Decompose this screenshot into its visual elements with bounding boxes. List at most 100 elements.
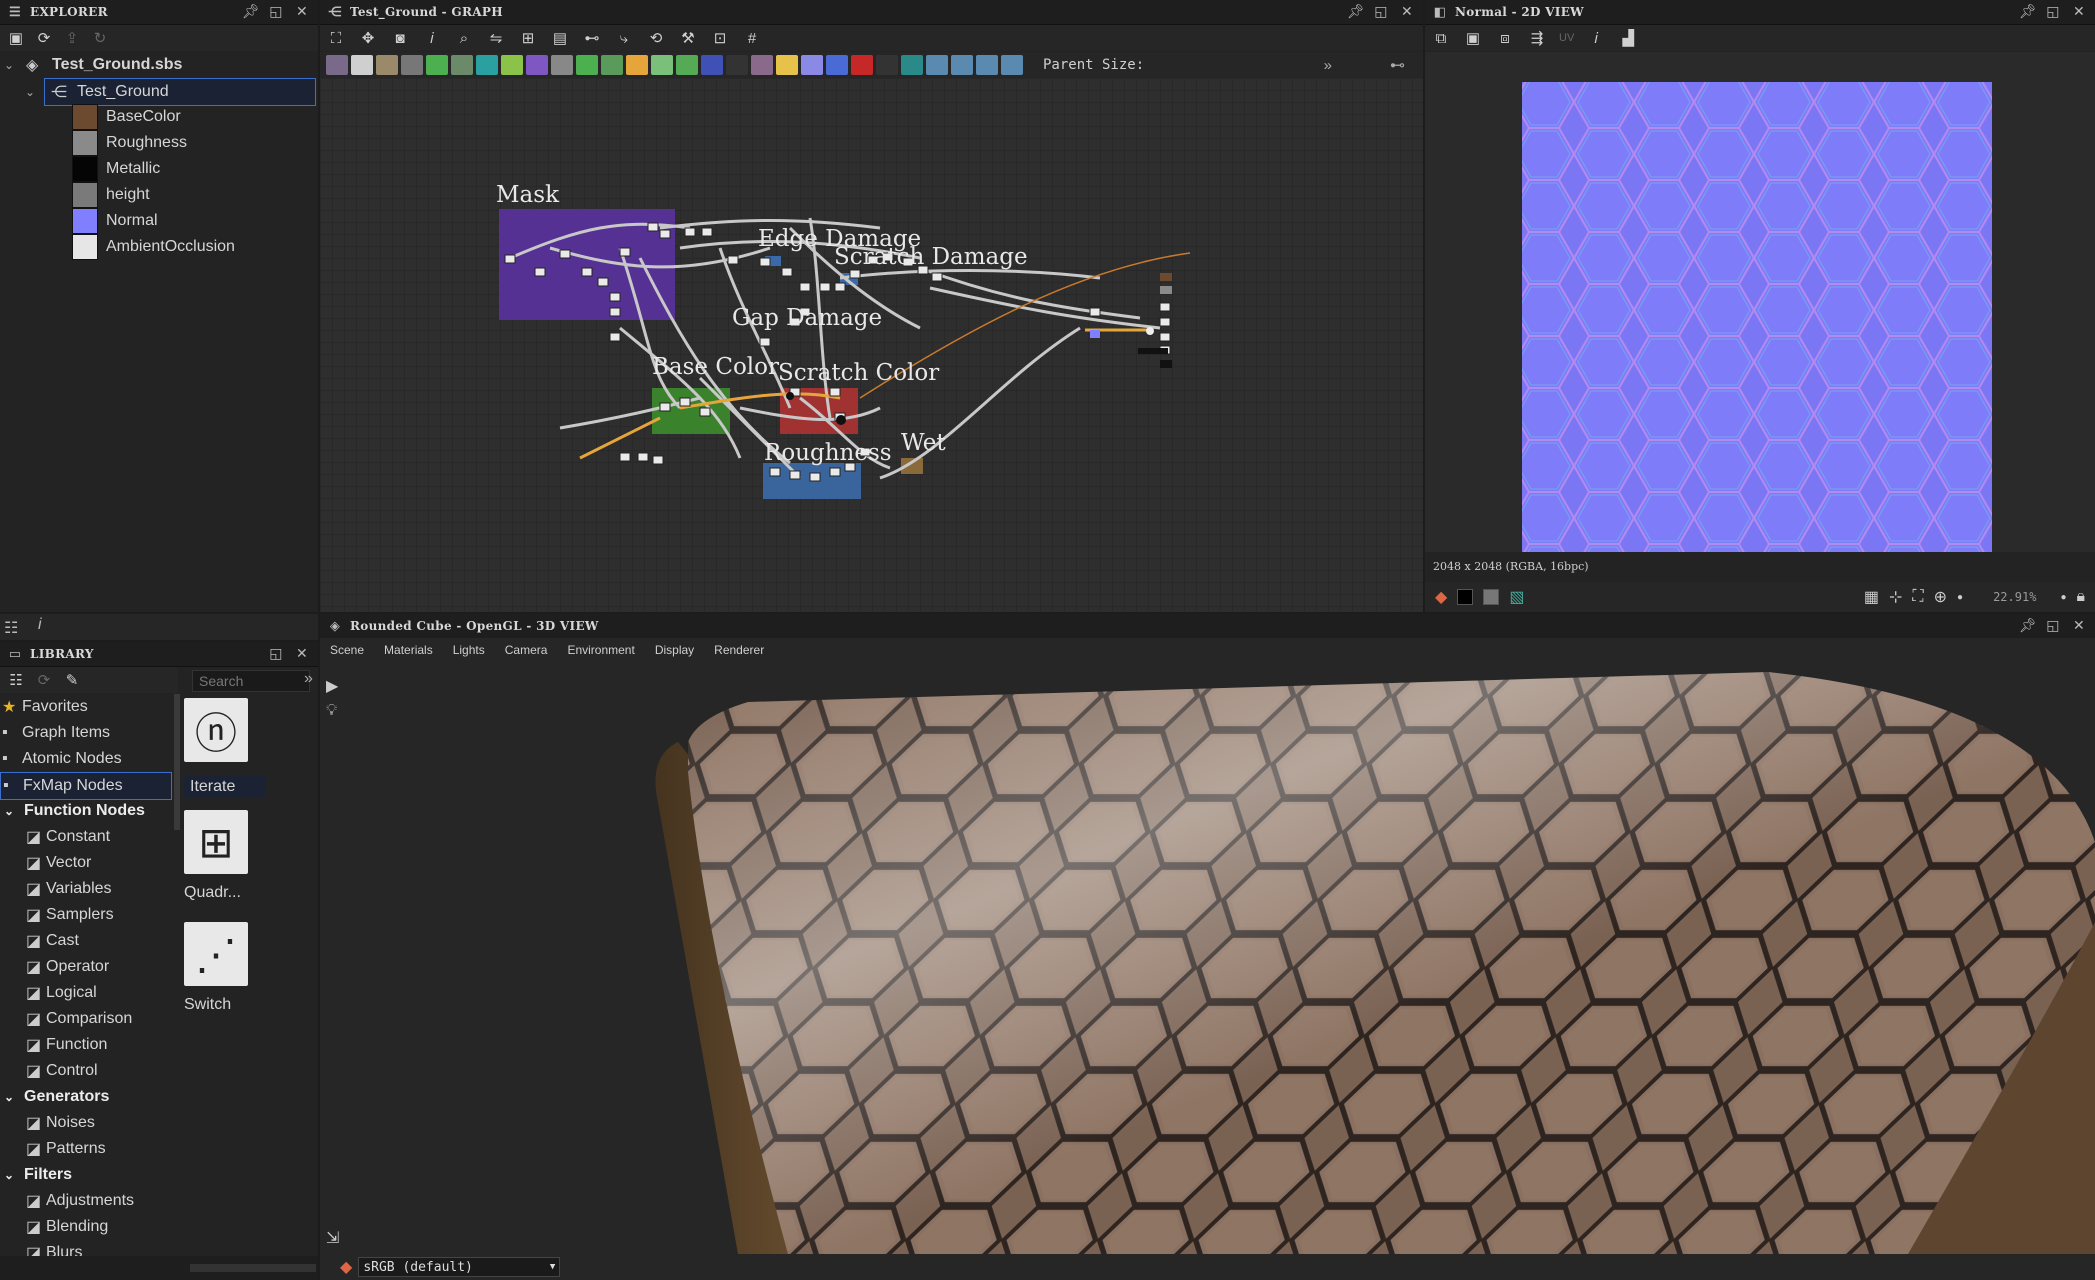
tree-package[interactable]: ⌄ ◈ Test_Ground.sbs [0,52,318,78]
library-item[interactable]: ◪ Control [0,1058,172,1084]
info-icon[interactable]: i [38,616,42,634]
info-icon[interactable]: 𝑖 [422,28,442,48]
pin-icon[interactable]: 📌︎ [2019,618,2037,634]
output-item[interactable]: Roughness [72,130,318,156]
bg-image-icon[interactable]: ▧ [1509,587,1524,607]
float-icon[interactable]: ◱ [2045,618,2061,634]
atomic-node-icon[interactable] [826,55,848,75]
atomic-node-icon[interactable] [876,55,898,75]
output-item[interactable]: AmbientOcclusion [72,234,318,260]
library-item[interactable]: ◪ Adjustments [0,1188,172,1214]
tile-icon[interactable]: ▦ [1864,587,1879,607]
view2d-canvas[interactable]: 2048 x 2048 (RGBA, 16bpc) [1425,52,2095,573]
iterate-icon[interactable]: ⓝ [184,698,248,762]
copy-icon[interactable]: ⧉ [1431,28,1451,48]
close-icon[interactable]: ✕ [2071,4,2087,20]
atomic-node-icon[interactable] [426,55,448,75]
uv-dropdown[interactable]: UV [1559,32,1574,44]
bg-black-icon[interactable] [1457,589,1474,605]
close-icon[interactable]: ✕ [294,646,310,662]
menu-item-environment[interactable]: Environment [567,643,634,657]
layers-icon[interactable]: ◆ [340,1257,352,1277]
atomic-node-icon[interactable] [901,55,923,75]
output-item[interactable]: Normal [72,208,318,234]
view3d-viewport[interactable] [348,662,2095,1254]
dot-icon[interactable]: ● [1957,592,1963,603]
camera-icon[interactable]: ▶ [326,676,338,696]
pin-icon[interactable]: 📌︎ [2019,4,2037,20]
tree-toggle-icon[interactable]: ☷ [4,618,18,638]
frame-all-icon[interactable]: ⛶ [326,28,346,48]
center-icon[interactable]: ⊕ [1934,587,1947,607]
close-icon[interactable]: ✕ [2071,618,2087,634]
tools-icon[interactable]: ⚒ [678,28,698,48]
close-icon[interactable]: ✕ [294,4,310,20]
atomic-node-icon[interactable] [1001,55,1023,75]
hierarchy-icon[interactable]: ⊞ [518,28,538,48]
save-icon[interactable]: ▣ [6,28,26,48]
library-item[interactable]: ◪ Patterns [0,1136,172,1162]
atomic-node-icon[interactable] [351,55,373,75]
close-icon[interactable]: ✕ [1399,4,1415,20]
atomic-node-icon[interactable] [601,55,623,75]
camera-icon[interactable]: ◙ [390,28,410,48]
library-item[interactable]: ◪ Constant [0,824,172,850]
histogram-icon[interactable]: ▟ [1618,28,1638,48]
library-item[interactable]: ⌄ Filters [0,1162,172,1188]
connect-icon[interactable]: ⊷ [582,28,602,48]
share-icon[interactable]: ⇶ [1527,28,1547,48]
reload-icon[interactable]: ↻ [90,28,110,48]
switch-icon[interactable]: ⋰ [184,922,248,986]
atomic-node-icon[interactable] [776,55,798,75]
library-item[interactable]: ◪ Operator [0,954,172,980]
quadrant-icon[interactable]: ⊞ [184,810,248,874]
light-icon[interactable]: 💡︎ [326,702,337,720]
transform-icon[interactable]: ⊹ [1889,587,1902,607]
save-icon[interactable]: ▣ [1463,28,1483,48]
library-item[interactable]: ◪ Function [0,1032,172,1058]
layout-icon[interactable]: ▤ [550,28,570,48]
library-hscroll[interactable] [190,1264,316,1272]
atomic-node-icon[interactable] [976,55,998,75]
atomic-node-icon[interactable] [801,55,823,75]
cycle-icon[interactable]: ⟲ [646,28,666,48]
publish-icon[interactable]: ⇪ [62,28,82,48]
bg-gray-icon[interactable] [1483,589,1500,605]
library-item[interactable]: ◪ Samplers [0,902,172,928]
atomic-node-icon[interactable] [401,55,423,75]
refresh-icon[interactable]: ⟳ [34,670,54,690]
float-icon[interactable]: ◱ [1373,4,1389,20]
menu-item-lights[interactable]: Lights [453,643,485,657]
atomic-node-icon[interactable] [476,55,498,75]
library-search-input[interactable]: Search [192,670,310,692]
library-item[interactable]: ◪ Cast [0,928,172,954]
tree-icon[interactable]: ☷ [6,670,26,690]
atomic-node-icon[interactable] [626,55,648,75]
library-item[interactable]: ★ Favorites [0,694,172,720]
library-item[interactable]: ▪ Atomic Nodes [0,746,172,772]
float-icon[interactable]: ◱ [268,646,284,662]
atomic-node-icon[interactable] [551,55,573,75]
atomic-node-icon[interactable] [576,55,598,75]
library-item[interactable]: ◪ Variables [0,876,172,902]
graph-canvas[interactable]: Mask Edge Damage Scratch Damage Gap Dama… [320,78,1423,612]
library-item[interactable]: ◪ Comparison [0,1006,172,1032]
colorspace-select[interactable]: sRGB (default) ▼ [358,1257,561,1277]
export-icon[interactable]: ⊡ [710,28,730,48]
more-icon[interactable]: » [304,670,313,688]
pin-icon[interactable]: 📌︎ [242,4,260,20]
library-item[interactable]: ◪ Blending [0,1214,172,1240]
library-item[interactable]: ⌄ Function Nodes [0,798,172,824]
more-icon[interactable]: » [1324,57,1332,74]
library-item[interactable]: ◪ Vector [0,850,172,876]
settings-icon[interactable]: ● [2060,592,2066,603]
link-icon[interactable]: ⇋ [486,28,506,48]
duplicate-icon[interactable]: ⧈ [1495,28,1515,48]
zoom-level[interactable]: 22.91% [1993,590,2036,604]
tree-graph[interactable]: ⌄ ⋲ Test_Ground [25,78,316,106]
atomic-node-icon[interactable] [701,55,723,75]
atomic-node-icon[interactable] [526,55,548,75]
menu-item-display[interactable]: Display [655,643,694,657]
atomic-node-icon[interactable] [676,55,698,75]
lock-icon[interactable]: 🔒︎ [2076,588,2085,606]
